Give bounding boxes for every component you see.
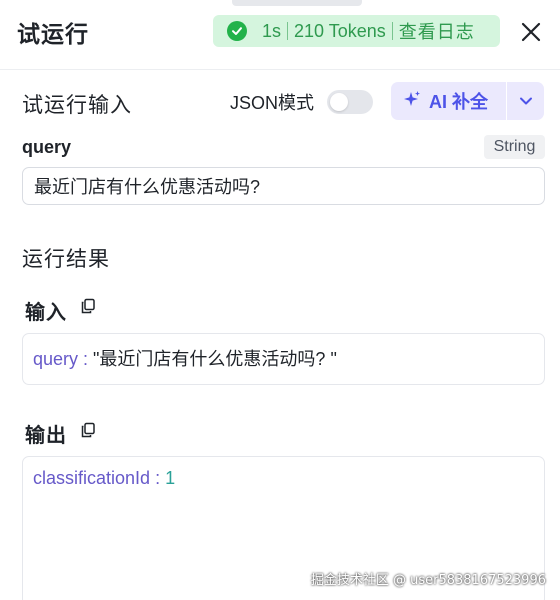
query-input[interactable]: 最近门店有什么优惠活动吗? — [22, 167, 545, 205]
sparkle-icon — [403, 90, 421, 113]
toggle-knob — [330, 93, 348, 111]
divider — [391, 22, 393, 40]
run-input-title: 试运行输入 — [22, 94, 132, 117]
chevron-down-icon — [519, 97, 532, 105]
ai-fill-button[interactable]: AI 补全 — [391, 82, 506, 120]
token-count: 210 Tokens — [294, 20, 386, 41]
query-field-label: query — [22, 137, 72, 157]
ai-fill-label: AI 补全 — [429, 92, 489, 112]
json-number-value: 1 — [165, 468, 176, 488]
json-key: query — [33, 349, 79, 369]
copy-icon[interactable] — [80, 422, 96, 438]
close-icon — [521, 22, 541, 42]
view-log-link[interactable]: 查看日志 — [399, 18, 475, 44]
check-circle-icon — [227, 21, 247, 41]
close-button[interactable] — [518, 19, 544, 45]
output-result-label: 输出 — [25, 425, 67, 447]
divider — [287, 22, 289, 40]
run-status-badge: 1s 210 Tokens 查看日志 — [213, 15, 500, 47]
json-key: classificationId — [33, 468, 151, 488]
copy-icon[interactable] — [80, 298, 96, 314]
run-result-title: 运行结果 — [22, 248, 110, 271]
json-colon: : — [78, 349, 94, 369]
json-mode-label: JSON模式 — [230, 93, 315, 113]
input-result-label: 输入 — [25, 302, 67, 324]
input-result-box: query : "最近门店有什么优惠活动吗? " — [22, 333, 545, 385]
field-type-badge: String — [484, 135, 545, 159]
panel-header: 试运行 1s 210 Tokens 查看日志 — [0, 0, 560, 70]
ai-fill-dropdown-button[interactable] — [507, 82, 544, 120]
run-time: 1s — [262, 20, 282, 41]
json-colon: : — [150, 468, 166, 488]
json-mode-toggle[interactable] — [327, 90, 373, 114]
watermark: 掘金技术社区 @ user5838167523996 — [310, 573, 546, 588]
json-string-value: "最近门店有什么优惠活动吗? " — [93, 349, 337, 369]
panel-title: 试运行 — [17, 21, 89, 47]
